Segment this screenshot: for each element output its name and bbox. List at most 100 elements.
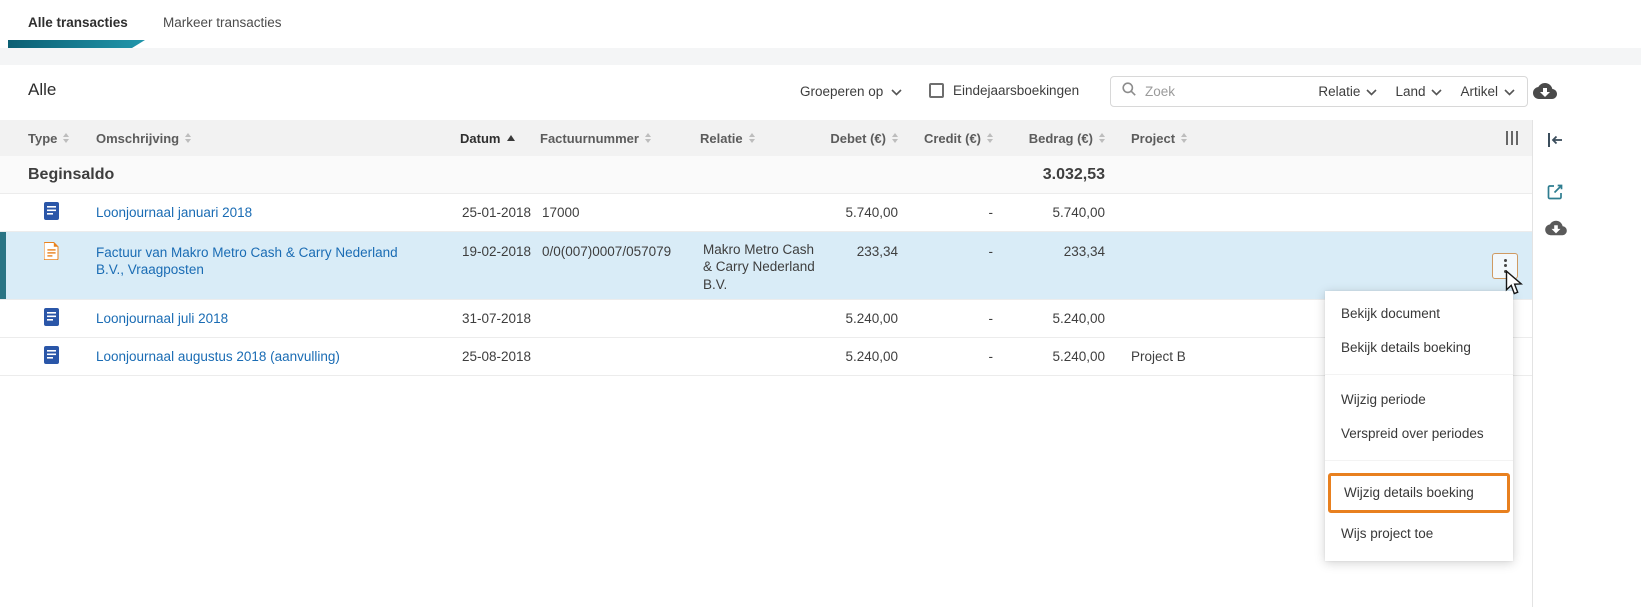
sort-icon: [185, 133, 192, 143]
cell-bedrag: 5.240,00: [1052, 311, 1105, 326]
download-cloud-button[interactable]: [1545, 219, 1567, 242]
cell-debet: 5.740,00: [845, 205, 898, 220]
column-header-debet[interactable]: Debet (€): [815, 131, 900, 146]
search-input[interactable]: [1145, 84, 1301, 99]
table-row[interactable]: Loonjournaal januari 2018 25-01-2018 170…: [0, 194, 1532, 232]
menu-divider: [1325, 365, 1513, 383]
transactions-table: Type Omschrijving Datum Factuurnummer Re…: [0, 120, 1532, 376]
beginsaldo-row: Beginsaldo 3.032,53: [0, 156, 1532, 194]
search-icon: [1121, 81, 1137, 102]
menu-item-bekijk-document[interactable]: Bekijk document: [1325, 297, 1513, 331]
cell-type: [28, 232, 96, 263]
cell-bedrag: 5.740,00: [1052, 205, 1105, 220]
filter-land-dropdown[interactable]: Land: [1395, 84, 1443, 99]
column-header-bedrag[interactable]: Bedrag (€): [995, 131, 1107, 146]
year-end-checkbox[interactable]: [929, 83, 944, 98]
collapse-right-icon: [1545, 133, 1565, 154]
cell-bedrag: 5.240,00: [1052, 349, 1105, 364]
column-header-relatie[interactable]: Relatie: [700, 131, 815, 146]
menu-item-verspreid-over-periodes[interactable]: Verspreid over periodes: [1325, 417, 1513, 451]
chevron-down-icon: [1431, 84, 1443, 99]
filter-artikel-dropdown[interactable]: Artikel: [1460, 84, 1515, 99]
cell-datum: 31-07-2018: [462, 311, 532, 326]
filter-artikel-label: Artikel: [1460, 84, 1498, 99]
column-header-datum[interactable]: Datum: [460, 131, 540, 146]
column-settings-button[interactable]: [1250, 131, 1532, 145]
cell-omschrijving: Loonjournaal juli 2018: [96, 311, 460, 326]
filter-land-label: Land: [1395, 84, 1426, 99]
row-context-menu: Bekijk document Bekijk details boeking W…: [1325, 291, 1513, 561]
cell-credit: -: [988, 349, 994, 364]
cloud-download-icon: [1533, 83, 1557, 105]
cell-type: [28, 202, 96, 223]
menu-item-wijs-project-toe[interactable]: Wijs project toe: [1325, 517, 1513, 551]
section-divider-band: [0, 48, 1641, 65]
sort-icon: [1181, 133, 1188, 143]
year-end-label: Eindejaarsboekingen: [953, 83, 1080, 98]
tab-markeer-transacties[interactable]: Markeer transacties: [163, 15, 282, 30]
cell-datum: 25-01-2018: [462, 205, 532, 220]
transaction-link[interactable]: Loonjournaal juli 2018: [96, 311, 228, 326]
cell-project: [1107, 232, 1250, 244]
column-header-factuurnummer[interactable]: Factuurnummer: [540, 131, 700, 146]
column-header-project[interactable]: Project: [1107, 131, 1250, 146]
collapse-panel-button[interactable]: [1545, 130, 1565, 155]
menu-item-wijzig-periode[interactable]: Wijzig periode: [1325, 383, 1513, 417]
journal-document-icon: [44, 346, 59, 367]
column-header-credit[interactable]: Credit (€): [900, 131, 995, 146]
cell-debet: 5.240,00: [845, 349, 898, 364]
year-end-filter[interactable]: Eindejaarsboekingen: [929, 83, 1079, 98]
menu-item-wijzig-details-boeking[interactable]: Wijzig details boeking: [1331, 476, 1507, 510]
sort-icon: [1099, 133, 1105, 143]
cell-factuurnummer: 17000: [542, 205, 580, 220]
cell-credit: -: [988, 244, 994, 259]
cell-credit: -: [988, 311, 994, 326]
sort-icon: [748, 133, 755, 143]
table-row[interactable]: Loonjournaal juli 2018 31-07-2018 5.240,…: [0, 300, 1532, 338]
cell-type: [28, 346, 96, 367]
filter-relatie-dropdown[interactable]: Relatie: [1318, 84, 1378, 99]
column-header-omschrijving[interactable]: Omschrijving: [96, 131, 460, 146]
open-edit-icon: [1545, 184, 1565, 206]
selected-row-indicator: [0, 232, 6, 299]
cell-datum: 19-02-2018: [462, 244, 532, 259]
cell-relatie: Makro Metro Cash & Carry Nederland B.V.: [703, 242, 815, 292]
group-by-dropdown[interactable]: Groeperen op: [800, 84, 902, 99]
sort-icon: [987, 133, 993, 143]
sort-icon: [892, 133, 898, 143]
cell-debet: 233,34: [856, 244, 898, 259]
annotation-highlight-box: Wijzig details boeking: [1328, 473, 1510, 513]
table-row-selected[interactable]: Factuur van Makro Metro Cash & Carry Ned…: [0, 232, 1532, 300]
beginsaldo-label: Beginsaldo: [28, 165, 115, 183]
group-by-label: Groeperen op: [800, 84, 884, 99]
cloud-download-icon: [1545, 220, 1567, 241]
tab-bar: Alle transacties Markeer transacties: [0, 0, 1641, 48]
menu-item-bekijk-details-boeking[interactable]: Bekijk details boeking: [1325, 331, 1513, 365]
page-title: Alle: [28, 80, 57, 99]
export-cloud-button[interactable]: [1533, 81, 1557, 106]
transaction-link[interactable]: Factuur van Makro Metro Cash & Carry Ned…: [96, 244, 428, 279]
tab-alle-transacties[interactable]: Alle transacties: [28, 15, 128, 30]
sort-icon: [63, 133, 70, 143]
journal-document-icon: [44, 202, 59, 223]
row-actions-kebab-button[interactable]: [1492, 252, 1518, 279]
invoice-document-icon: [43, 242, 59, 263]
edit-view-button[interactable]: [1545, 182, 1565, 207]
table-row[interactable]: Loonjournaal augustus 2018 (aanvulling) …: [0, 338, 1532, 376]
active-tab-indicator: [8, 40, 145, 48]
transaction-link[interactable]: Loonjournaal januari 2018: [96, 205, 252, 220]
table-header-row: Type Omschrijving Datum Factuurnummer Re…: [0, 120, 1532, 156]
chevron-down-icon: [891, 84, 902, 99]
column-header-type[interactable]: Type: [28, 131, 96, 146]
beginsaldo-amount: 3.032,53: [1042, 165, 1105, 183]
journal-document-icon: [44, 308, 59, 329]
right-toolbar: [1532, 120, 1641, 607]
cell-omschrijving: Factuur van Makro Metro Cash & Carry Ned…: [96, 232, 460, 279]
cell-type: [28, 308, 96, 329]
cell-debet: 5.240,00: [845, 311, 898, 326]
cell-credit: -: [988, 205, 994, 220]
transaction-link[interactable]: Loonjournaal augustus 2018 (aanvulling): [96, 349, 340, 364]
cell-project: Project B: [1131, 349, 1186, 364]
chevron-down-icon: [1366, 84, 1378, 99]
transactions-screen: Alle transacties Markeer transacties All…: [0, 0, 1641, 607]
